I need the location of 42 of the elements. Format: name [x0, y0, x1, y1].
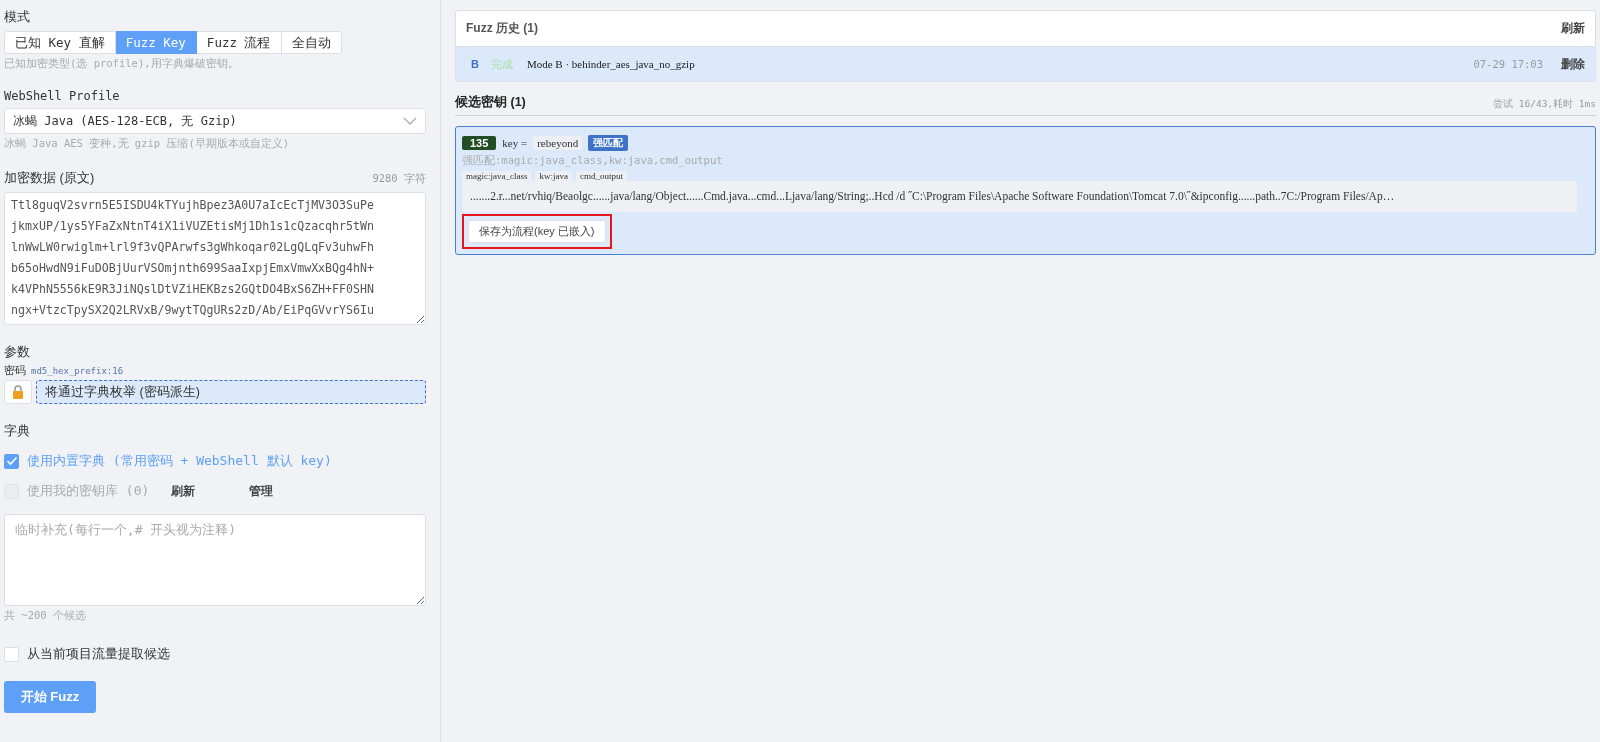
- status-text: 完成: [490, 56, 513, 72]
- checkmark-icon: [5, 456, 18, 466]
- tag: magic:java_class: [462, 171, 532, 181]
- traffic-checkbox[interactable]: 从当前项目流量提取候选: [4, 645, 170, 663]
- password-field[interactable]: 将通过字典枚举 (密码派生): [36, 380, 426, 404]
- tag: kw:java: [535, 171, 572, 181]
- field-label: WebShell Profile: [4, 89, 121, 103]
- candidate-total: 共 ~200 个候选: [4, 609, 87, 623]
- password-hint: md5_hex_prefix:16: [31, 366, 124, 376]
- key-value: rebeyond: [533, 136, 583, 150]
- lock-button[interactable]: [4, 380, 32, 404]
- section-label: 模式: [4, 8, 31, 26]
- key-label: key =: [502, 137, 528, 149]
- section-label: 参数: [4, 343, 31, 361]
- field-label: 密码: [4, 363, 26, 378]
- profile-select[interactable]: 冰蝎 Java (AES-128-ECB, 无 Gzip): [4, 108, 426, 134]
- section-title: 候选密钥 (1): [455, 94, 526, 111]
- history-row[interactable]: B 完成 Mode B · behinder_aes_java_no_gzip 07-29 17:03 删除: [456, 47, 1595, 81]
- history-name: Mode B · behinder_aes_java_no_gzip: [526, 58, 695, 70]
- mode-hint: 已知加密类型(选 profile),用字典爆破密钥。: [4, 57, 240, 71]
- lock-icon: [12, 385, 24, 399]
- mode-tab[interactable]: 已知 Key 直解: [4, 31, 116, 54]
- save-flow-button[interactable]: 保存为流程(key 已嵌入): [468, 220, 606, 243]
- panel-title: Fuzz 历史 (1): [466, 20, 538, 37]
- cipher-input[interactable]: Ttl8guqV2svrn5E5ISDU4kTYujhBpez3A0U7aIcEcTjMV3O3SuPe jkmxUP/1ys5YFaZxNtnT4iX1iVUZEtisMj1Dh1s1cQzacqhr5tWn lnWwLW0rwiglm+lrl9f3vQPArwfs3gWhkoqar02LgQLqFv3uhwFh b65oHwdN9iFuDOBjUurVSOmjnth699SaaIxpjEmxVmwXxBQg4hN+ k4VPhN5556kE9R3JiNQslDtVZiHEKBzs2GQtDO4BxS6ZH+FF0SHN ngx+VtzcTpySX2Q2LRVxB/9wytTQgURs2zD/Ab/EiPqGVvrYS6Iu: [4, 192, 426, 325]
- refresh-button[interactable]: 刷新: [1559, 20, 1587, 37]
- section-label: 字典: [4, 422, 31, 440]
- match-badge: 强匹配: [588, 135, 629, 151]
- stats-text: 尝试 16/43,耗时 1ms: [1493, 98, 1596, 111]
- match-reason: 强匹配:magic:java_class,kw:java,cmd_output: [462, 154, 724, 168]
- score-badge: 135: [462, 136, 497, 150]
- mode-letter: B: [471, 58, 479, 70]
- decrypted-preview: .......2.r...net/rvhiq/Beaolgc......java/lang/Object......Cmd.java...cmd...Ljava/lang/String;..Hcd /d ˝C:\Program Files\Apache Software Foundation\Tomcat 7.0\˝&ipconfig......path..7C:/Program Files/Ap…: [462, 181, 1577, 212]
- mode-tab[interactable]: 全自动: [281, 31, 342, 54]
- tag: cmd_output: [576, 171, 627, 181]
- field-label: 加密数据 (原文): [4, 169, 95, 187]
- chevron-down-icon: [403, 117, 417, 125]
- history-time: 07-29 17:03: [1473, 58, 1543, 70]
- char-count: 9280 字符: [372, 172, 426, 186]
- profile-hint: 冰蝎 Java AES 变种,无 gzip 压缩(早期版本或自定义): [4, 137, 291, 151]
- mode-tab[interactable]: Fuzz 流程: [196, 31, 282, 54]
- delete-button[interactable]: 删除: [1559, 55, 1587, 73]
